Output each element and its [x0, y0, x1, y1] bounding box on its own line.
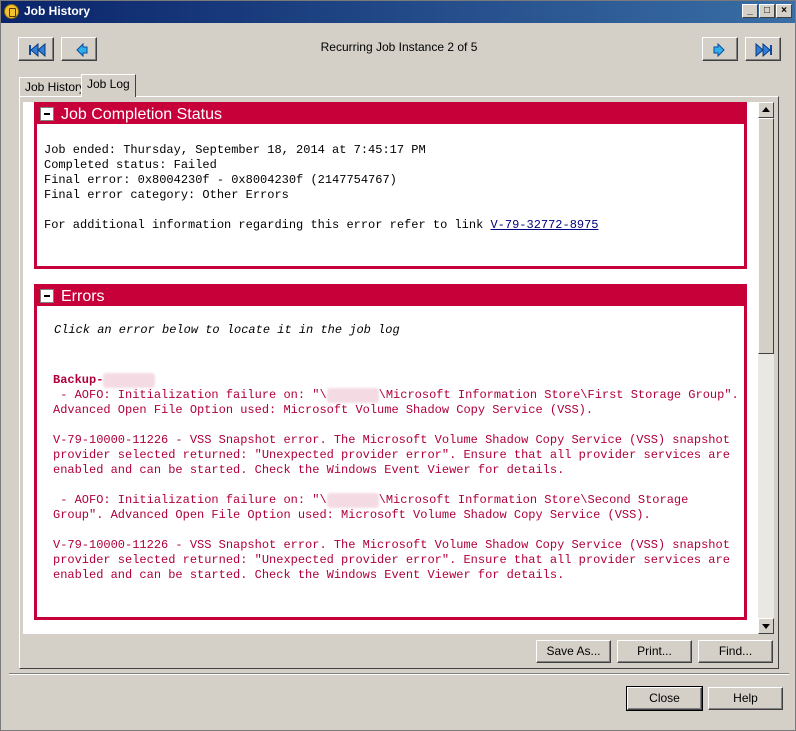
- close-button[interactable]: Close: [626, 686, 703, 711]
- maximize-button[interactable]: □: [759, 4, 775, 18]
- job-history-window: Job History _ □ × Recurring Job Instance…: [0, 0, 796, 731]
- tab-panel: [19, 96, 779, 669]
- last-instance-button[interactable]: [745, 37, 781, 61]
- window-title: Job History: [24, 4, 91, 18]
- title-bar[interactable]: Job History _ □ ×: [1, 1, 795, 23]
- next-icon: [713, 43, 725, 57]
- last-icon: [755, 43, 772, 57]
- next-instance-button[interactable]: [702, 37, 738, 61]
- instance-label: Recurring Job Instance 2 of 5: [320, 40, 478, 54]
- app-icon: [4, 4, 19, 19]
- close-window-button[interactable]: ×: [776, 4, 792, 18]
- minimize-button[interactable]: _: [742, 4, 758, 18]
- divider: [9, 673, 789, 675]
- tab-job-log[interactable]: Job Log: [81, 74, 136, 97]
- help-button[interactable]: Help: [708, 687, 783, 710]
